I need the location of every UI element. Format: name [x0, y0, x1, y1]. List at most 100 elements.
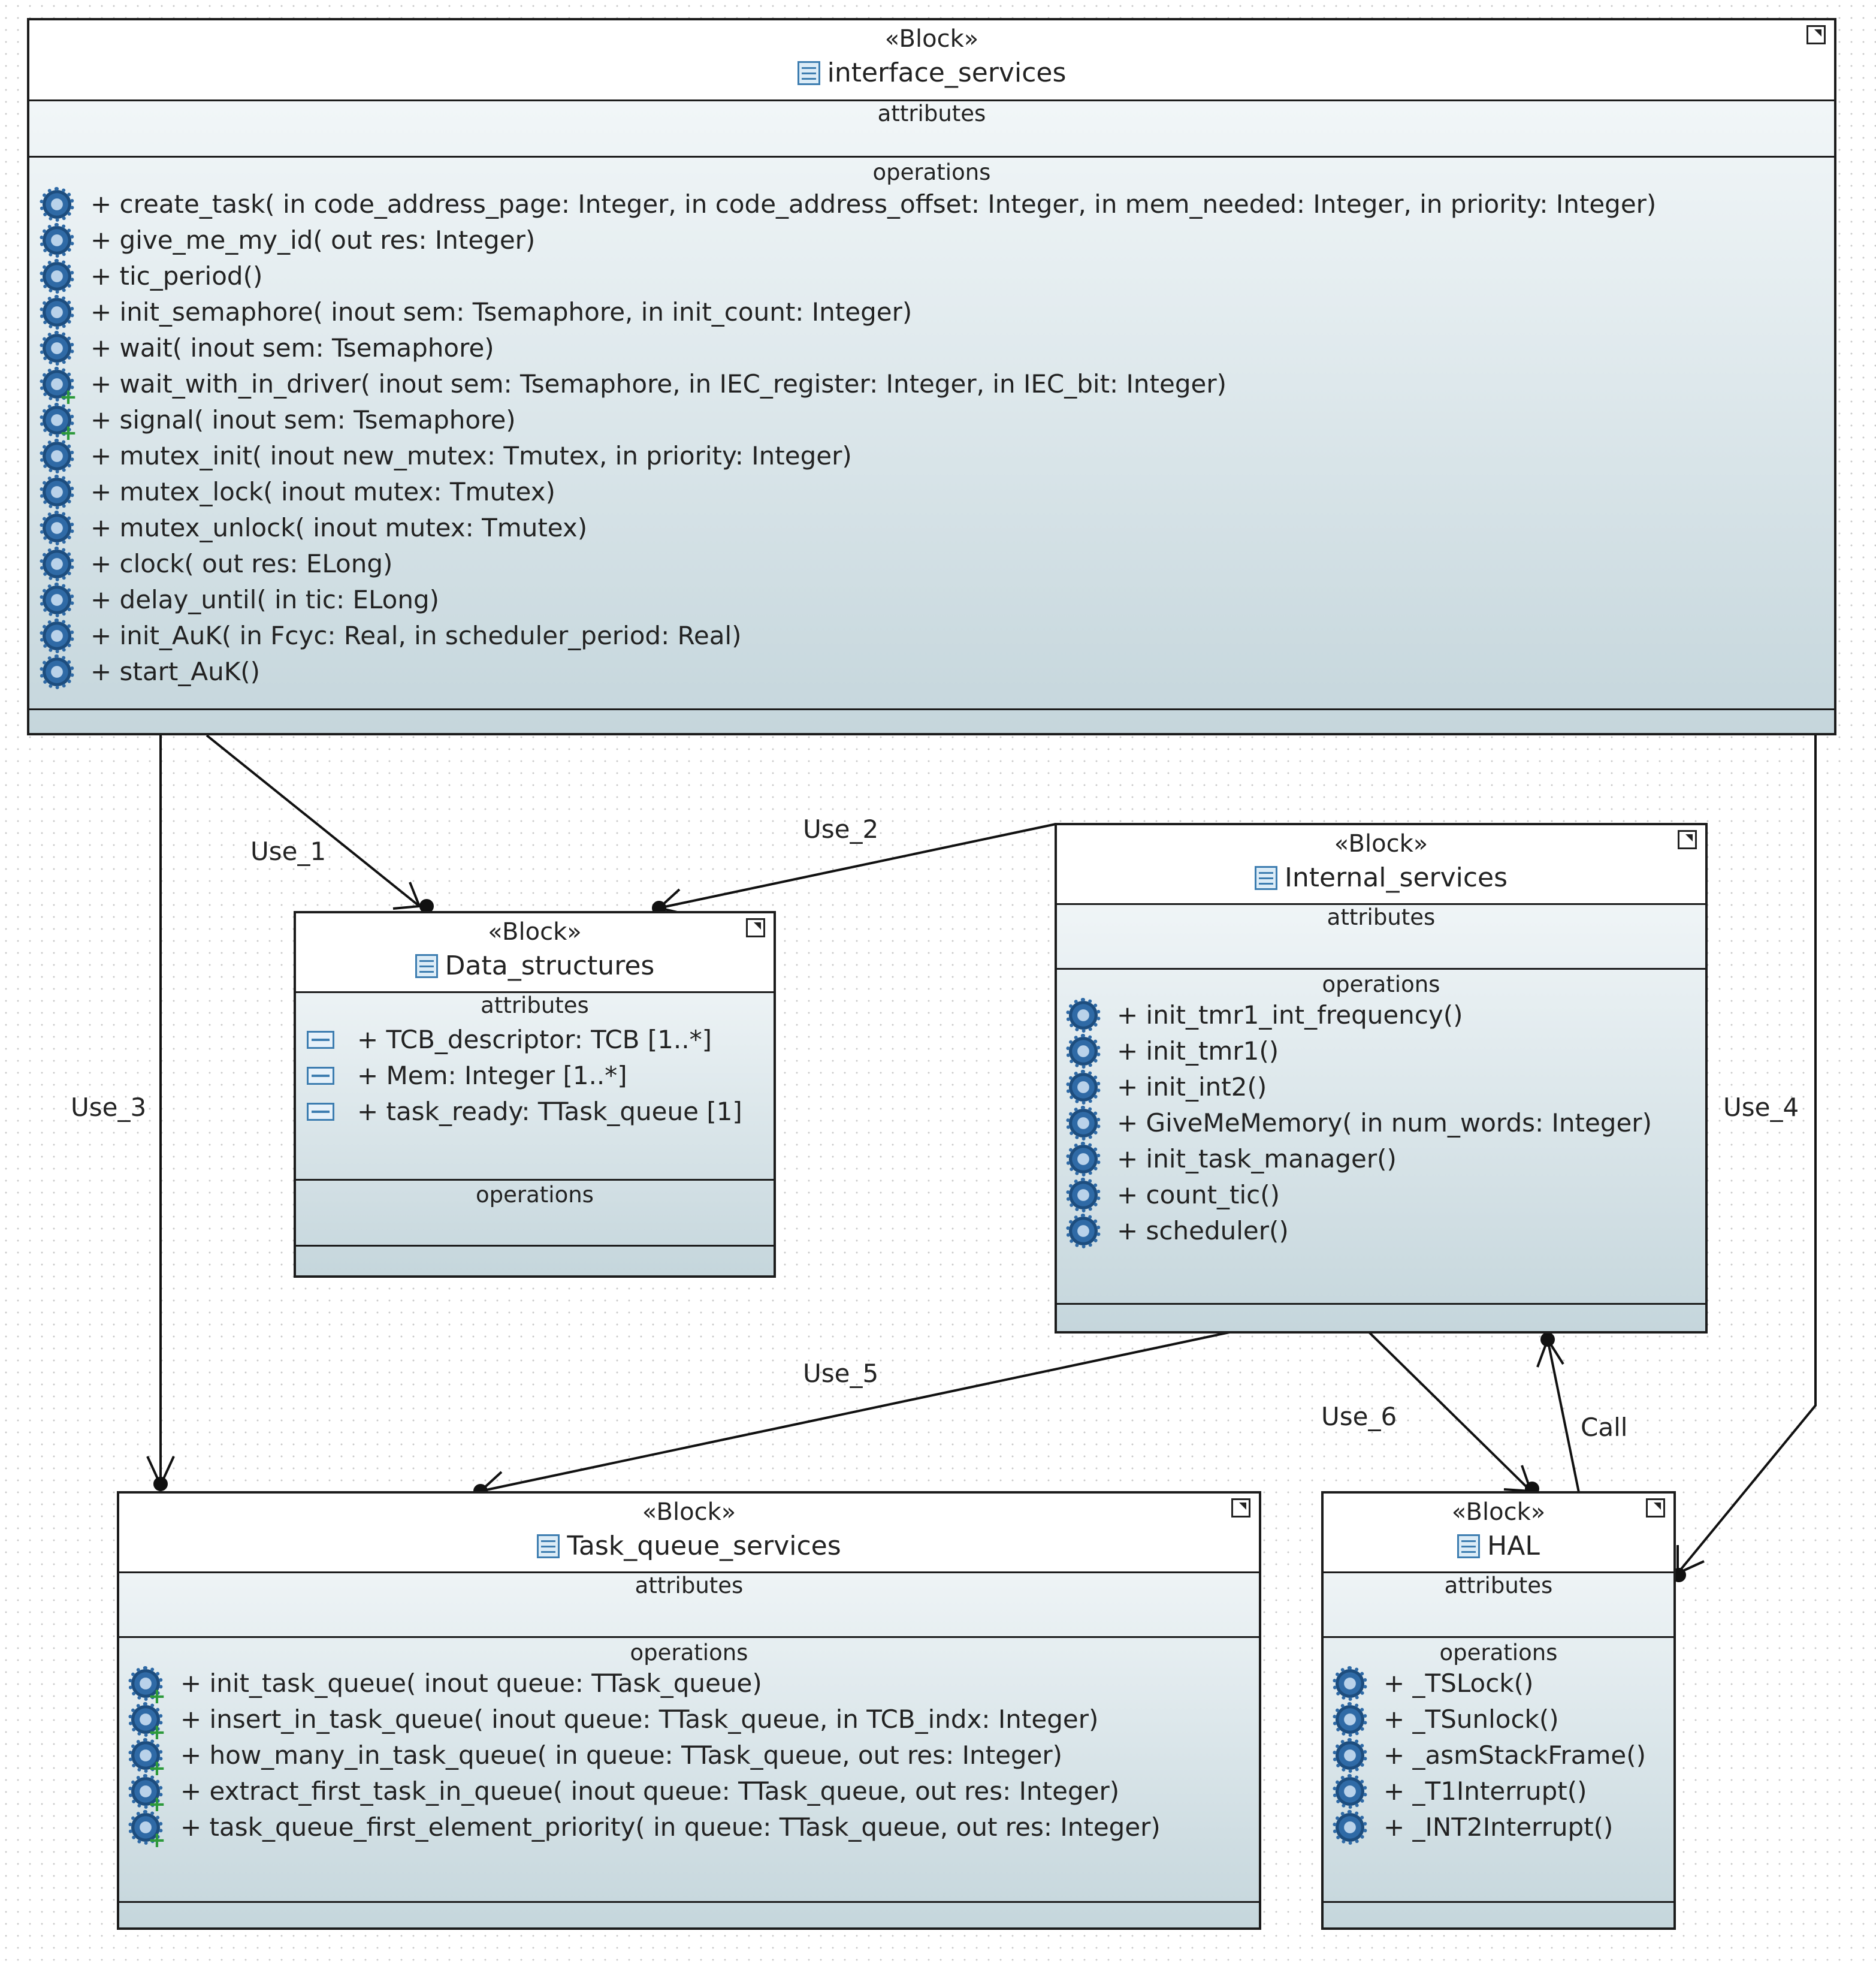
operation-icon: [1066, 1142, 1101, 1176]
attributes-label: attributes: [635, 1573, 744, 1598]
operation-row[interactable]: + mutex_unlock( inout mutex: Tmutex): [90, 512, 587, 544]
operation-row[interactable]: + init_int2(): [1117, 1071, 1267, 1103]
block-name: Data_structures: [445, 951, 655, 981]
edge-call[interactable]: [1536, 1332, 1580, 1493]
operation-row[interactable]: + init_AuK( in Fcyc: Real, in scheduler_…: [90, 620, 742, 652]
operation-row[interactable]: + task_queue_first_element_priority( in …: [180, 1811, 1161, 1844]
operation-added-icon: [128, 1774, 166, 1815]
operation-row[interactable]: + _TSLock(): [1383, 1667, 1533, 1700]
edge-use-1[interactable]: [206, 734, 434, 913]
operation-row[interactable]: + wait( inout sem: Tsemaphore): [90, 332, 494, 364]
stereotype-label: «Block»: [488, 918, 582, 946]
operation-row[interactable]: + clock( out res: ELong): [90, 548, 392, 580]
edge-label-use-3: Use_3: [71, 1093, 147, 1122]
operation-icon: [40, 511, 74, 545]
block-hal[interactable]: «Block» HAL attributes operations + _TSL…: [1321, 1491, 1676, 1930]
diagram-canvas[interactable]: Use_1 Use_2 Use_3 Use_4 Use_5 Use_6 Call…: [0, 0, 1876, 1964]
expand-icon[interactable]: [746, 918, 765, 937]
expand-icon[interactable]: [1646, 1498, 1665, 1518]
operation-row[interactable]: + start_AuK(): [90, 656, 260, 688]
operation-row[interactable]: + _T1Interrupt(): [1383, 1775, 1587, 1808]
operation-icon: [1333, 1702, 1367, 1737]
block-internal-services[interactable]: «Block» Internal_services attributes ope…: [1055, 823, 1708, 1334]
operation-row[interactable]: + GiveMeMemory( in num_words: Integer): [1117, 1107, 1652, 1139]
operation-row[interactable]: + _TSunlock(): [1383, 1703, 1559, 1736]
operation-row[interactable]: + wait_with_in_driver( inout sem: Tsemap…: [90, 368, 1227, 400]
operation-icon: [1333, 1666, 1367, 1701]
operation-icon: [1333, 1738, 1367, 1773]
block-icon: [537, 1534, 560, 1558]
operations-label: operations: [1322, 972, 1440, 997]
stereotype-label: «Block»: [642, 1498, 736, 1526]
edge-label-use-5: Use_5: [803, 1359, 879, 1388]
block-name: HAL: [1487, 1531, 1540, 1561]
operation-icon: [40, 475, 74, 509]
operation-icon: [40, 547, 74, 581]
stereotype-label: «Block»: [1334, 830, 1428, 858]
expand-icon[interactable]: [1231, 1498, 1250, 1518]
attributes-label: attributes: [1327, 904, 1436, 930]
operation-row[interactable]: + _INT2Interrupt(): [1383, 1811, 1613, 1844]
operation-row[interactable]: + init_tmr1_int_frequency(): [1117, 999, 1463, 1031]
block-name: Task_queue_services: [567, 1531, 841, 1561]
operation-row[interactable]: + scheduler(): [1117, 1215, 1289, 1247]
attribute-row[interactable]: + task_ready: TTask_queue [1]: [357, 1096, 742, 1128]
edge-use-3[interactable]: [146, 735, 175, 1491]
operation-icon: [40, 583, 74, 617]
operation-icon: [1333, 1774, 1367, 1809]
stereotype-label: «Block»: [1451, 1498, 1546, 1526]
operation-icon: [1066, 998, 1101, 1033]
operation-added-icon: [128, 1738, 166, 1779]
operation-row[interactable]: + init_task_manager(): [1117, 1143, 1397, 1175]
expand-icon[interactable]: [1806, 25, 1826, 44]
operation-row[interactable]: + _asmStackFrame(): [1383, 1739, 1646, 1772]
attribute-icon: [307, 1031, 334, 1049]
attribute-row[interactable]: + TCB_descriptor: TCB [1..*]: [357, 1024, 712, 1056]
operation-icon: [1066, 1034, 1101, 1069]
attribute-icon: [307, 1067, 334, 1085]
operation-icon: [40, 223, 74, 258]
operation-icon: [1066, 1178, 1101, 1212]
operation-row[interactable]: + tic_period(): [90, 260, 262, 292]
edge-label-use-6: Use_6: [1321, 1402, 1397, 1431]
operation-row[interactable]: + mutex_lock( inout mutex: Tmutex): [90, 476, 555, 508]
attribute-row[interactable]: + Mem: Integer [1..*]: [357, 1060, 627, 1092]
operation-row[interactable]: + init_semaphore( inout sem: Tsemaphore,…: [90, 296, 912, 328]
operations-label: operations: [630, 1640, 748, 1666]
operation-icon: [1333, 1810, 1367, 1845]
block-icon: [797, 61, 820, 85]
block-name: interface_services: [827, 58, 1067, 88]
operation-row[interactable]: + init_tmr1(): [1117, 1035, 1279, 1067]
expand-icon[interactable]: [1678, 830, 1697, 849]
operation-icon: [1066, 1106, 1101, 1141]
operation-row[interactable]: + create_task( in code_address_page: Int…: [90, 188, 1656, 221]
operation-icon: [40, 654, 74, 689]
block-task-queue-services[interactable]: «Block» Task_queue_services attributes o…: [117, 1491, 1261, 1930]
operation-added-icon: [40, 367, 77, 408]
operation-icon: [1066, 1214, 1101, 1248]
operation-row[interactable]: + extract_first_task_in_queue( inout que…: [180, 1775, 1119, 1808]
block-icon: [1254, 866, 1277, 890]
operation-row[interactable]: + mutex_init( inout new_mutex: Tmutex, i…: [90, 440, 852, 472]
edge-label-use-2: Use_2: [803, 814, 879, 844]
operation-icon: [40, 619, 74, 653]
operation-added-icon: [128, 1666, 166, 1707]
operation-row[interactable]: + signal( inout sem: Tsemaphore): [90, 404, 516, 436]
operation-row[interactable]: + insert_in_task_queue( inout queue: TTa…: [180, 1703, 1098, 1736]
operations-label: operations: [872, 159, 991, 185]
edge-use-5[interactable]: [473, 1331, 1230, 1499]
operation-added-icon: [40, 403, 77, 444]
operation-row[interactable]: + init_task_queue( inout queue: TTask_qu…: [180, 1667, 762, 1700]
block-name: Internal_services: [1284, 862, 1508, 893]
operation-row[interactable]: + give_me_my_id( out res: Integer): [90, 224, 535, 257]
stereotype-label: «Block»: [884, 25, 979, 53]
block-interface-services[interactable]: «Block» interface_services attributes op…: [27, 18, 1836, 735]
block-data-structures[interactable]: «Block» Data_structures attributes + TCB…: [294, 911, 776, 1278]
operation-row[interactable]: + count_tic(): [1117, 1179, 1280, 1211]
operation-row[interactable]: + how_many_in_task_queue( in queue: TTas…: [180, 1739, 1062, 1772]
operation-icon: [40, 259, 74, 294]
edge-label-use-1: Use_1: [250, 837, 327, 866]
operation-row[interactable]: + delay_until( in tic: ELong): [90, 584, 439, 616]
operation-icon: [40, 331, 74, 366]
attribute-icon: [307, 1103, 334, 1121]
